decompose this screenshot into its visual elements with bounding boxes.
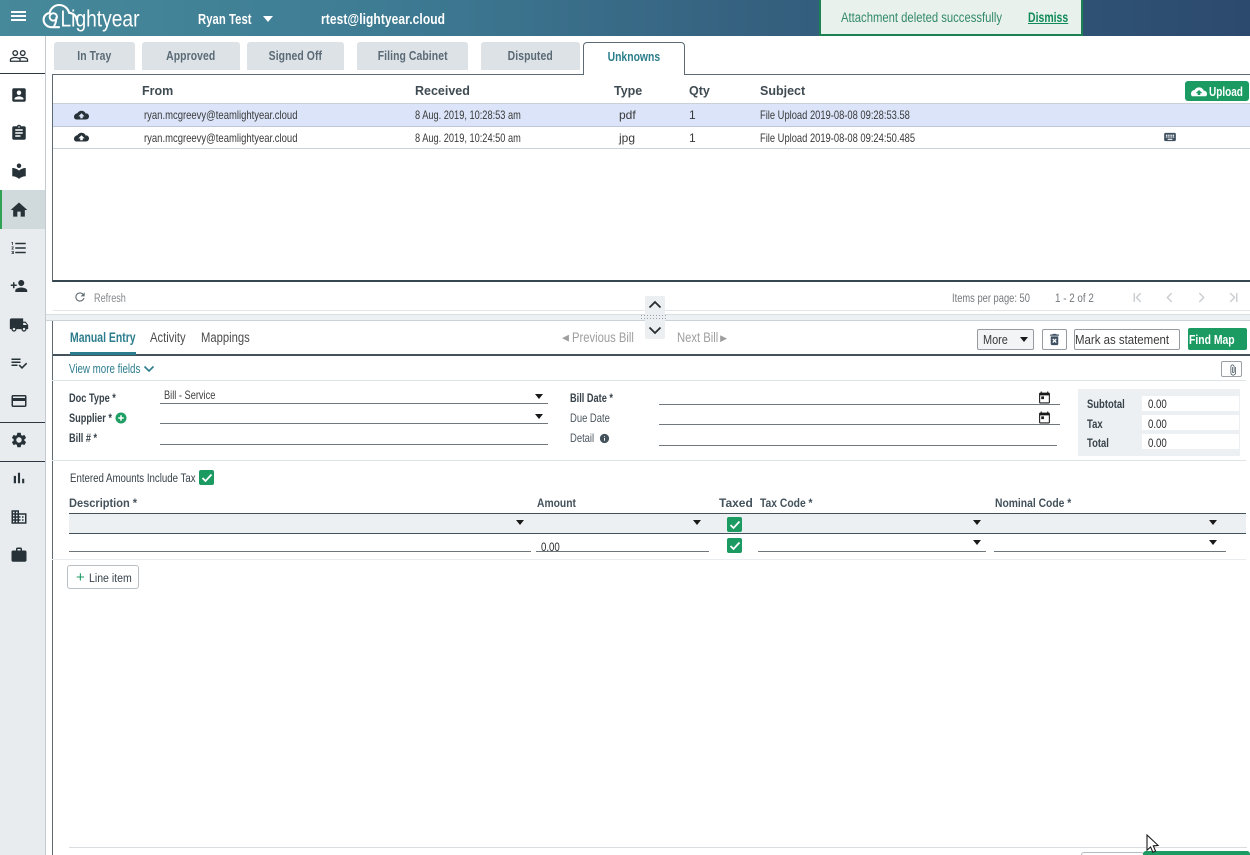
svg-text:Lightyear: Lightyear <box>61 6 140 32</box>
